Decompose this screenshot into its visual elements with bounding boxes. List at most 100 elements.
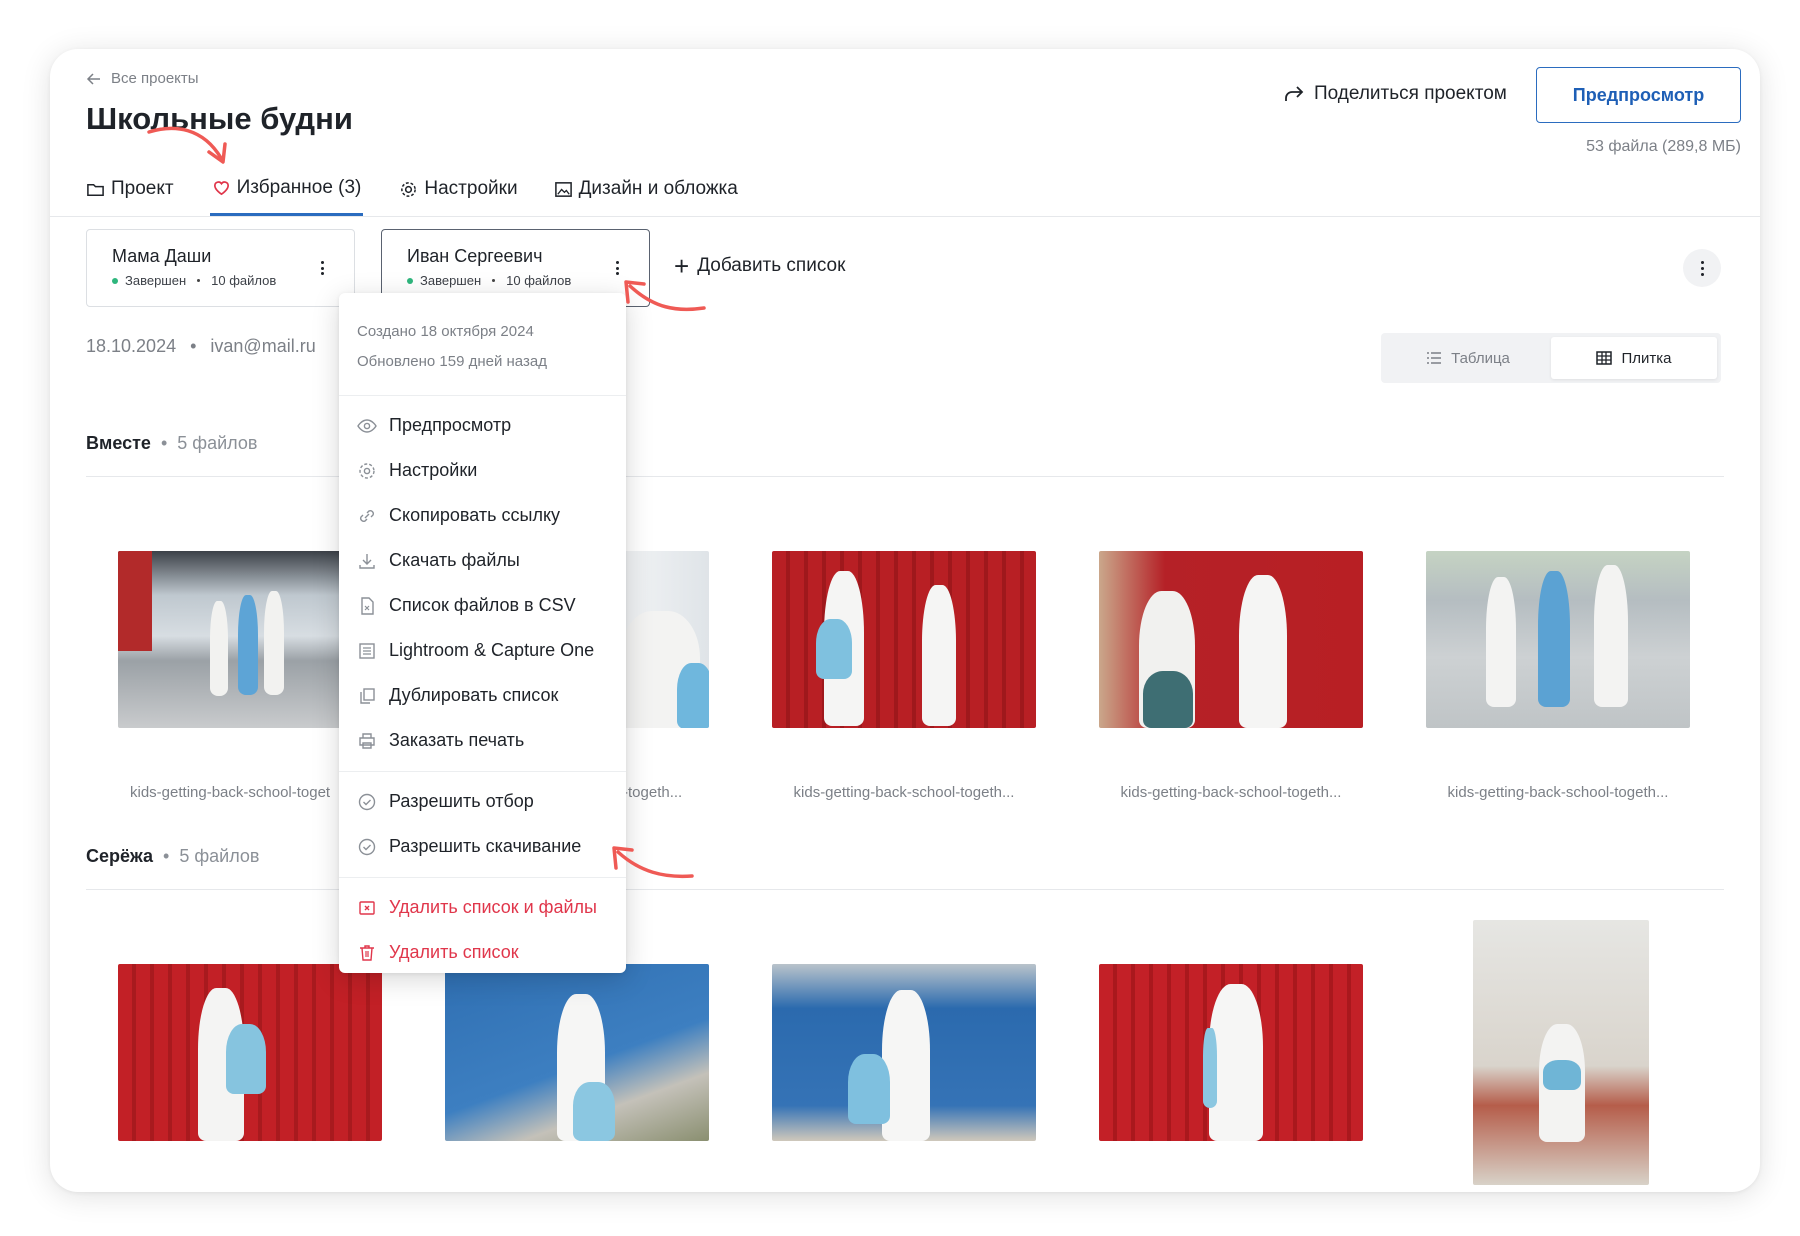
back-link[interactable]: Все проекты bbox=[86, 70, 199, 87]
share-project-button[interactable]: Поделиться проектом bbox=[1283, 83, 1507, 105]
menu-item-copy-link[interactable]: Скопировать ссылку bbox=[339, 493, 626, 538]
printer-icon bbox=[359, 732, 375, 749]
tab-settings-label: Настройки bbox=[424, 178, 518, 199]
list-date: 18.10.2024 bbox=[86, 336, 177, 356]
tab-favorites[interactable]: Избранное (3) bbox=[209, 169, 364, 216]
photo-caption: kids-getting-back-school-togeth... bbox=[1120, 784, 1342, 801]
list-menu-button[interactable] bbox=[318, 258, 326, 278]
photo-caption: kids-getting-back-school-togeth... bbox=[1447, 784, 1669, 801]
menu-item-allow-selection[interactable]: Разрешить отбор bbox=[339, 779, 626, 824]
gear-icon bbox=[401, 181, 417, 197]
photo-figure bbox=[226, 1024, 266, 1094]
duplicate-icon bbox=[360, 687, 375, 704]
list-menu-button[interactable] bbox=[613, 258, 621, 278]
photo-figure bbox=[573, 1082, 615, 1141]
photo-figure bbox=[816, 619, 852, 679]
status-dot bbox=[407, 277, 413, 284]
list-status: Завершен bbox=[420, 273, 482, 288]
menu-item-allow-download[interactable]: Разрешить скачивание bbox=[339, 824, 626, 869]
photo-figure bbox=[238, 595, 258, 695]
view-table-button[interactable]: Таблица bbox=[1385, 337, 1551, 379]
check-circle-icon bbox=[358, 838, 376, 855]
menu-item-label: Разрешить отбор bbox=[389, 791, 534, 811]
photo-thumbnail[interactable] bbox=[445, 964, 709, 1141]
section-divider bbox=[86, 476, 1724, 477]
photo-thumbnail[interactable] bbox=[1426, 551, 1690, 728]
check-circle-icon bbox=[358, 793, 376, 810]
menu-item-label: Разрешить скачивание bbox=[389, 836, 582, 856]
menu-item-label: Настройки bbox=[389, 460, 478, 480]
photo-figure bbox=[1209, 984, 1263, 1141]
menu-item-label: Удалить список bbox=[389, 942, 519, 962]
photo-caption: kids-getting-back-school-togeth... bbox=[793, 784, 1015, 801]
view-tiles-button[interactable]: Плитка bbox=[1551, 337, 1717, 379]
section-divider bbox=[86, 889, 1724, 890]
photo-figure bbox=[1594, 565, 1628, 707]
share-label: Поделиться проектом bbox=[1314, 83, 1507, 104]
image-icon bbox=[554, 181, 572, 197]
menu-item-delete-list-and-files[interactable]: Удалить список и файлы bbox=[339, 885, 626, 930]
list-icon bbox=[359, 642, 375, 659]
photo-figure bbox=[1538, 571, 1570, 707]
meta-separator bbox=[492, 279, 496, 282]
menu-item-lightroom[interactable]: Lightroom & Capture One bbox=[339, 628, 626, 673]
menu-item-delete-list[interactable]: Удалить список bbox=[339, 930, 626, 975]
photo-thumbnail[interactable] bbox=[1099, 964, 1363, 1141]
menu-item-label: Удалить список и файлы bbox=[389, 897, 597, 917]
section-count: 5 файлов bbox=[177, 433, 258, 453]
created-date: Создано 18 октября 2024 bbox=[357, 323, 534, 340]
menu-item-label: Дублировать список bbox=[389, 685, 559, 705]
list-status: Завершен bbox=[125, 273, 187, 288]
list-files: 10 файлов bbox=[506, 273, 572, 288]
list-timestamps: Создано 18 октября 2024 Обновлено 159 дн… bbox=[339, 293, 626, 377]
tab-settings[interactable]: Настройки bbox=[399, 169, 518, 207]
project-tabs: Проект Избранное (3) Настройки Дизайн и … bbox=[86, 169, 774, 217]
section-header: Серёжа • 5 файлов bbox=[86, 846, 260, 867]
meta-separator bbox=[197, 279, 201, 282]
menu-item-download[interactable]: Скачать файлы bbox=[339, 538, 626, 583]
photo-thumbnail[interactable] bbox=[1473, 920, 1649, 1185]
menu-item-settings[interactable]: Настройки bbox=[339, 448, 626, 493]
info-separator: • bbox=[190, 336, 197, 356]
tab-project[interactable]: Проект bbox=[86, 169, 174, 207]
photo-figure bbox=[1203, 1028, 1217, 1108]
plus-icon: + bbox=[674, 251, 690, 281]
share-icon bbox=[1285, 86, 1304, 101]
project-window: Все проекты Школьные будни Поделиться пр… bbox=[50, 49, 1760, 1192]
photo-thumbnail[interactable] bbox=[772, 551, 1036, 728]
tabs-divider bbox=[50, 216, 1760, 217]
tab-favorites-label: Избранное (3) bbox=[236, 176, 362, 198]
view-tiles-label: Плитка bbox=[1621, 349, 1672, 367]
link-icon bbox=[360, 509, 374, 522]
menu-divider bbox=[339, 771, 626, 772]
menu-divider bbox=[339, 877, 626, 878]
add-list-button[interactable]: + Добавить список bbox=[674, 251, 846, 281]
grid-icon bbox=[1596, 351, 1613, 365]
preview-button[interactable]: Предпросмотр bbox=[1536, 67, 1741, 123]
menu-item-duplicate[interactable]: Дублировать список bbox=[339, 673, 626, 718]
photo-figure bbox=[1143, 671, 1193, 728]
photo-figure bbox=[922, 585, 956, 726]
menu-item-label: Lightroom & Capture One bbox=[389, 640, 595, 660]
menu-item-csv[interactable]: Список файлов в CSV bbox=[339, 583, 626, 628]
photo-figure bbox=[1239, 575, 1287, 728]
photo-figure bbox=[677, 663, 709, 728]
more-options-button[interactable] bbox=[1683, 249, 1721, 287]
photo-thumbnail[interactable] bbox=[772, 964, 1036, 1141]
menu-item-label: Скопировать ссылку bbox=[389, 505, 561, 525]
section-title: Серёжа bbox=[86, 846, 154, 866]
photo-thumbnail[interactable] bbox=[1099, 551, 1363, 728]
folder-icon bbox=[87, 183, 104, 196]
menu-item-preview[interactable]: Предпросмотр bbox=[339, 403, 626, 448]
photo-figure bbox=[264, 591, 284, 695]
list-context-menu: Создано 18 октября 2024 Обновлено 159 дн… bbox=[339, 293, 626, 973]
separator: • bbox=[163, 846, 170, 866]
photo-figure bbox=[210, 601, 228, 696]
add-list-label: Добавить список bbox=[697, 255, 846, 276]
list-card-mama-dashi[interactable]: Мама Даши Завершен 10 файлов bbox=[86, 229, 355, 307]
heart-icon bbox=[213, 181, 229, 196]
photo-thumbnail[interactable] bbox=[118, 964, 382, 1141]
back-link-label: Все проекты bbox=[111, 70, 199, 87]
tab-design[interactable]: Дизайн и обложка bbox=[554, 169, 738, 207]
menu-item-print[interactable]: Заказать печать bbox=[339, 718, 626, 763]
